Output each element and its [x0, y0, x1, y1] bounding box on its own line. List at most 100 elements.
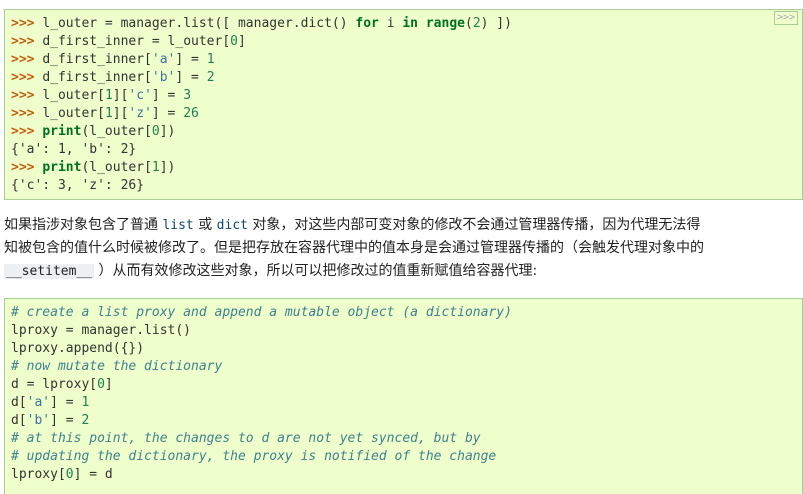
code-line: >>> print(l_outer[1]) [11, 159, 802, 177]
paragraph-line: 如果指涉对象包含了普通 list 或 dict 对象，对这些内部可变对象的修改不… [4, 214, 803, 237]
copy-prompt-toggle-button[interactable]: >>> [774, 11, 798, 25]
code-token: l_outer = manager.list([ manager.dict() [42, 16, 356, 31]
code-token: (l_outer[ [81, 160, 152, 175]
code-token: (l_outer[ [81, 124, 152, 139]
code-token: 1 [151, 160, 160, 175]
code-token: ] = [175, 52, 207, 67]
code-token: 1 [104, 106, 113, 121]
code-comment: # now mutate the dictionary [11, 359, 223, 374]
code-token: i [378, 16, 403, 31]
code-line: d = lproxy[0] [11, 376, 802, 394]
code-line: # now mutate the dictionary [11, 358, 802, 376]
code-line: >>> print(l_outer[0]) [11, 123, 802, 141]
code-token: ]) [159, 160, 176, 175]
code-token: ] = [175, 70, 207, 85]
code-token: {'a': 1, 'b': 2} [11, 142, 137, 157]
code-token: ] = d [73, 467, 113, 482]
code-token: ][ [112, 88, 129, 103]
code-comment: # updating the dictionary, the proxy is … [11, 449, 497, 464]
code-line: lproxy[0] = d [11, 466, 802, 484]
code-token: 0 [65, 467, 74, 482]
code-example-nested-proxies: >>> >>> l_outer = manager.list([ manager… [4, 9, 803, 200]
code-token: ) ]) [480, 16, 512, 31]
code-line: >>> l_outer = manager.list([ manager.dic… [11, 15, 802, 33]
code-token: 0 [151, 124, 160, 139]
paragraph-text: ）从而有效修改这些对象，所以可以把修改过的值重新赋值给容器代理: [94, 263, 538, 279]
code-line: lproxy.append({}) [11, 340, 802, 358]
code-token: 'a' [151, 52, 176, 67]
code-example-list-proxy: # create a list proxy and append a mutab… [4, 298, 803, 494]
code-token: in [402, 16, 419, 31]
code-line: # at this point, the changes to d are no… [11, 430, 802, 448]
code-token: ] = [151, 88, 184, 103]
code-token: ] = [50, 413, 82, 428]
code-token: 'b' [26, 413, 51, 428]
code-token: d = lproxy[ [11, 377, 98, 392]
code-token: d[ [11, 395, 27, 410]
code-token: 'c' [128, 88, 152, 103]
code-token: 'b' [151, 70, 176, 85]
repl-prompt: >>> [11, 52, 43, 67]
code-token: 'z' [128, 106, 152, 121]
code-token: print [42, 124, 82, 139]
code-line: d['a'] = 1 [11, 394, 802, 412]
code-token: lproxy = manager.list() [11, 323, 192, 338]
code-token: ] = [50, 395, 82, 410]
code-token: 2 [472, 16, 481, 31]
code-token: ] [237, 34, 246, 49]
code-token: range [425, 16, 465, 31]
code-token: l_outer[ [42, 106, 105, 121]
paragraph-text: 对象，对这些内部可变对象的修改不会通过管理器传播，因为代理无法得 [247, 217, 701, 233]
code-token: d_first_inner = l_outer[ [42, 34, 231, 49]
code-token: lproxy.append({}) [11, 341, 145, 356]
code-line: >>> d_first_inner['a'] = 1 [11, 51, 802, 69]
paragraph-line: 知被包含的值什么时候被修改了。但是把存放在容器代理中的值本身是会通过管理器传播的… [4, 237, 803, 260]
code-token: 26 [183, 106, 199, 121]
paragraph-line: __setitem__ ）从而有效修改这些对象，所以可以把修改过的值重新赋值给容… [4, 260, 803, 283]
code-token: 2 [206, 70, 215, 85]
repl-prompt: >>> [11, 88, 43, 103]
code-lines: >>> l_outer = manager.list([ manager.dic… [11, 15, 802, 195]
inline-code-list: list [162, 218, 194, 233]
code-token: print [42, 160, 82, 175]
code-token: lproxy[ [11, 467, 66, 482]
code-line: {'a': 1, 'b': 2} [11, 141, 802, 159]
code-lines: # create a list proxy and append a mutab… [11, 304, 802, 484]
code-token: d_first_inner[ [42, 52, 152, 67]
code-token: 2 [81, 413, 90, 428]
code-token: 1 [81, 395, 90, 410]
code-comment: # create a list proxy and append a mutab… [11, 305, 512, 320]
code-line: >>> d_first_inner['b'] = 2 [11, 69, 802, 87]
code-token: ] [104, 377, 113, 392]
repl-prompt: >>> [11, 34, 43, 49]
paragraph-text: 如果指涉对象包含了普通 [4, 217, 163, 233]
code-token: 0 [97, 377, 105, 392]
repl-prompt: >>> [11, 124, 43, 139]
code-token: {'c': 3, 'z': 26} [11, 178, 145, 193]
code-token: d_first_inner[ [42, 70, 152, 85]
code-token: ]) [159, 124, 176, 139]
code-line: >>> d_first_inner = l_outer[0] [11, 33, 802, 51]
code-token: for [355, 16, 379, 31]
code-token: l_outer[ [42, 88, 105, 103]
code-token: d[ [11, 413, 27, 428]
inline-code-setitem: __setitem__ [4, 264, 95, 279]
repl-prompt: >>> [11, 160, 43, 175]
repl-prompt: >>> [11, 106, 43, 121]
repl-prompt: >>> [11, 16, 43, 31]
repl-prompt: >>> [11, 70, 43, 85]
code-line: d['b'] = 2 [11, 412, 802, 430]
paragraph-text: 或 [193, 217, 217, 233]
code-token: ] = [151, 106, 184, 121]
code-line: # create a list proxy and append a mutab… [11, 304, 802, 322]
explanation-paragraph: 如果指涉对象包含了普通 list 或 dict 对象，对这些内部可变对象的修改不… [4, 214, 803, 283]
code-comment: # at this point, the changes to d are no… [11, 431, 481, 446]
code-token: 1 [206, 52, 215, 67]
code-token: 1 [104, 88, 113, 103]
inline-code-dict: dict [216, 218, 248, 233]
code-line: {'c': 3, 'z': 26} [11, 177, 802, 195]
code-line: # updating the dictionary, the proxy is … [11, 448, 802, 466]
code-line: >>> l_outer[1]['c'] = 3 [11, 87, 802, 105]
code-token: 'a' [26, 395, 51, 410]
